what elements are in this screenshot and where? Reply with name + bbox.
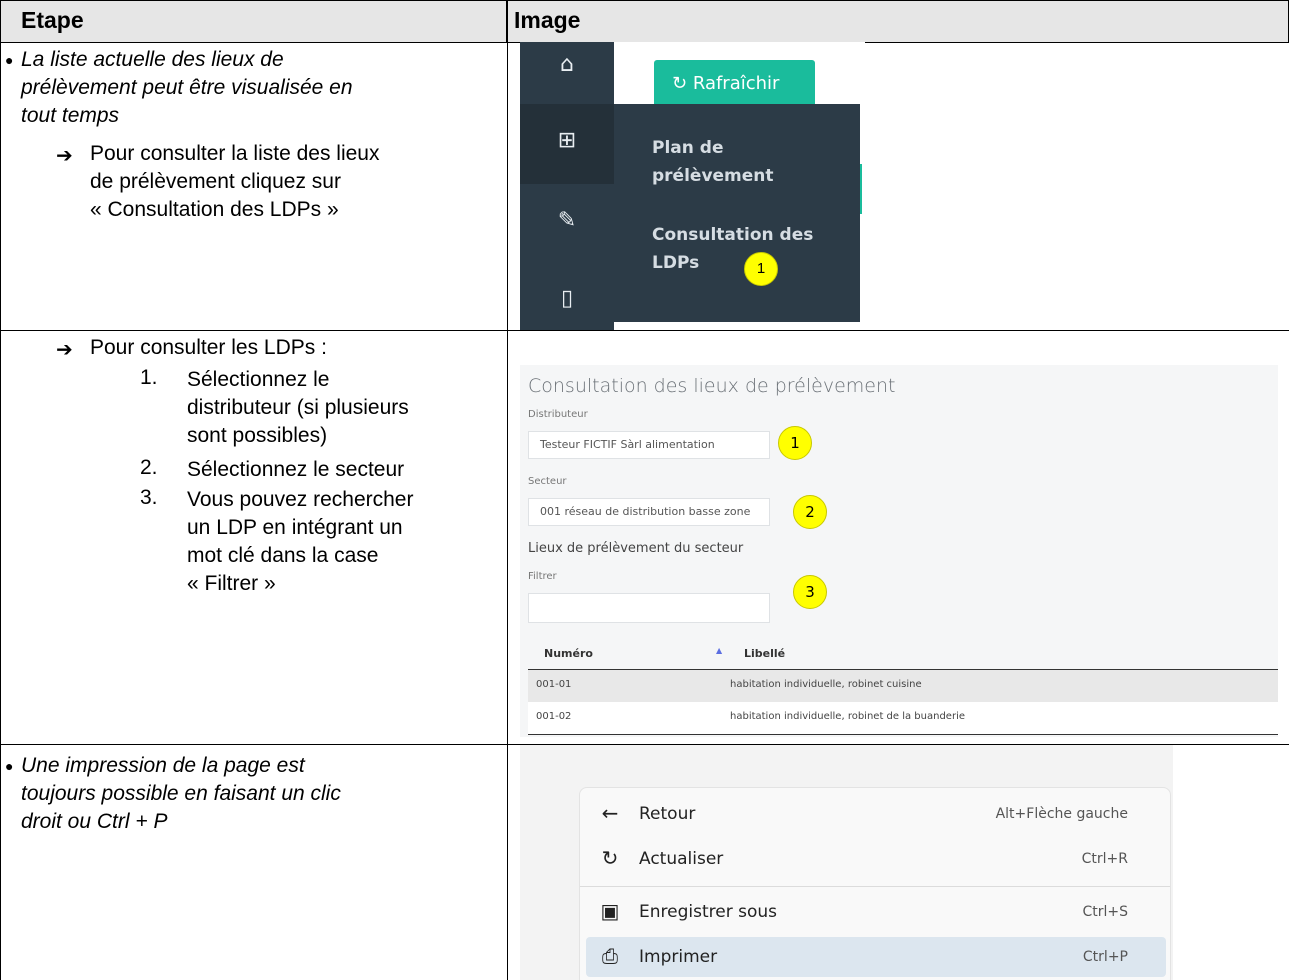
arrow-right-icon: ➔ (56, 145, 73, 167)
list-item: Sélectionnez le distributeur (si plusieu… (187, 368, 409, 447)
refresh-icon: ↻ (601, 846, 619, 870)
section-title: Lieux de prélèvement du secteur (528, 541, 744, 556)
header-step-cell: Etape (0, 0, 507, 42)
context-menu-screenshot: ← Retour Alt+Flèche gauche ↻ Actualiser … (520, 745, 1173, 980)
column-header-numero[interactable]: Numéro (544, 647, 593, 660)
flyout-menu: Plan de prélèvement Consultation des LDP… (614, 104, 860, 322)
mobile-icon[interactable]: ▯ (547, 286, 587, 322)
callout-badge: 1 (744, 252, 778, 286)
menu-item-imprimer[interactable]: ⎙ Imprimer Ctrl+P (586, 937, 1166, 977)
callout-badge: 3 (793, 575, 827, 609)
menu-item-retour[interactable]: ← Retour Alt+Flèche gauche (586, 794, 1166, 834)
menu-item-actualiser[interactable]: ↻ Actualiser Ctrl+R (586, 839, 1166, 879)
header-image: Image (514, 7, 581, 33)
bullet: ● (5, 758, 14, 774)
header-step: Etape (21, 7, 84, 33)
row-divider (0, 330, 1289, 331)
secteur-select[interactable]: 001 réseau de distribution basse zone (528, 498, 770, 526)
step2-instruction: Pour consulter les LDPs : (90, 336, 327, 359)
step3-text: Une impression de la page est toujours p… (21, 754, 341, 833)
sort-asc-icon[interactable]: ▲ (716, 646, 722, 655)
column-header-libelle[interactable]: Libellé (744, 647, 785, 660)
list-item: Sélectionnez le secteur (187, 458, 405, 481)
menu-item-consultation[interactable]: Consultation des LDPs (652, 221, 813, 277)
cell-numero: 001-02 (536, 711, 572, 722)
menu-item-plan[interactable]: Plan de prélèvement (652, 134, 774, 190)
document-table: Etape Image ● La liste actuelle des lieu… (0, 0, 1289, 980)
cell-numero: 001-01 (536, 679, 572, 690)
home-icon[interactable]: ⌂ (547, 52, 587, 88)
secteur-label: Secteur (528, 476, 567, 487)
filter-label: Filtrer (528, 571, 557, 582)
list-number: 3. (140, 486, 158, 509)
sidebar-menu-screenshot: ⌂ ⊞ ✎ ▯ ↻ Rafraîchir Plan de prélèvement… (520, 42, 865, 330)
pencil-icon[interactable]: ✎ (547, 208, 587, 244)
menu-item-enregistrer[interactable]: ▣ Enregistrer sous Ctrl+S (586, 892, 1166, 932)
save-as-icon: ▣ (600, 899, 620, 923)
arrow-left-icon: ← (601, 801, 619, 825)
list-number: 1. (140, 366, 158, 389)
step1-text: La liste actuelle des lieux de prélèveme… (21, 48, 353, 127)
table-row[interactable]: 001-01 habitation individuelle, robinet … (528, 670, 1278, 702)
filter-input[interactable] (528, 593, 770, 623)
consultation-screenshot: Consultation des lieux de prélèvement Di… (520, 365, 1278, 737)
printer-icon: ⎙ (602, 944, 618, 968)
refresh-icon: ↻ (672, 73, 688, 94)
table-bottom-line (528, 734, 1278, 735)
arrow-right-icon: ➔ (56, 339, 73, 361)
cell-libelle: habitation individuelle, robinet de la b… (730, 711, 965, 722)
cell-libelle: habitation individuelle, robinet cuisine (730, 679, 922, 690)
bullet: ● (5, 52, 14, 68)
step1-instruction: Pour consulter la liste des lieux de pré… (90, 142, 380, 221)
list-number: 2. (140, 456, 158, 479)
distributeur-label: Distributeur (528, 409, 588, 420)
col-divider (507, 0, 508, 980)
sidebar-rail: ⌂ ⊞ ✎ ▯ (520, 42, 614, 330)
distributeur-select[interactable]: Testeur FICTIF Sàrl alimentation (528, 431, 770, 459)
list-item: Vous pouvez rechercher un LDP en intégra… (187, 488, 414, 595)
context-menu: ← Retour Alt+Flèche gauche ↻ Actualiser … (579, 787, 1171, 980)
page-title: Consultation des lieux de prélèvement (528, 375, 896, 397)
menu-separator (580, 886, 1170, 887)
refresh-button[interactable]: ↻ Rafraîchir (654, 60, 815, 108)
table-row[interactable]: 001-02 habitation individuelle, robinet … (528, 702, 1278, 734)
grid-icon[interactable]: ⊞ (547, 128, 587, 164)
callout-badge: 2 (793, 495, 827, 529)
col-divider (0, 0, 1, 980)
callout-badge: 1 (778, 426, 812, 460)
header-image-cell: Image (507, 0, 1289, 42)
